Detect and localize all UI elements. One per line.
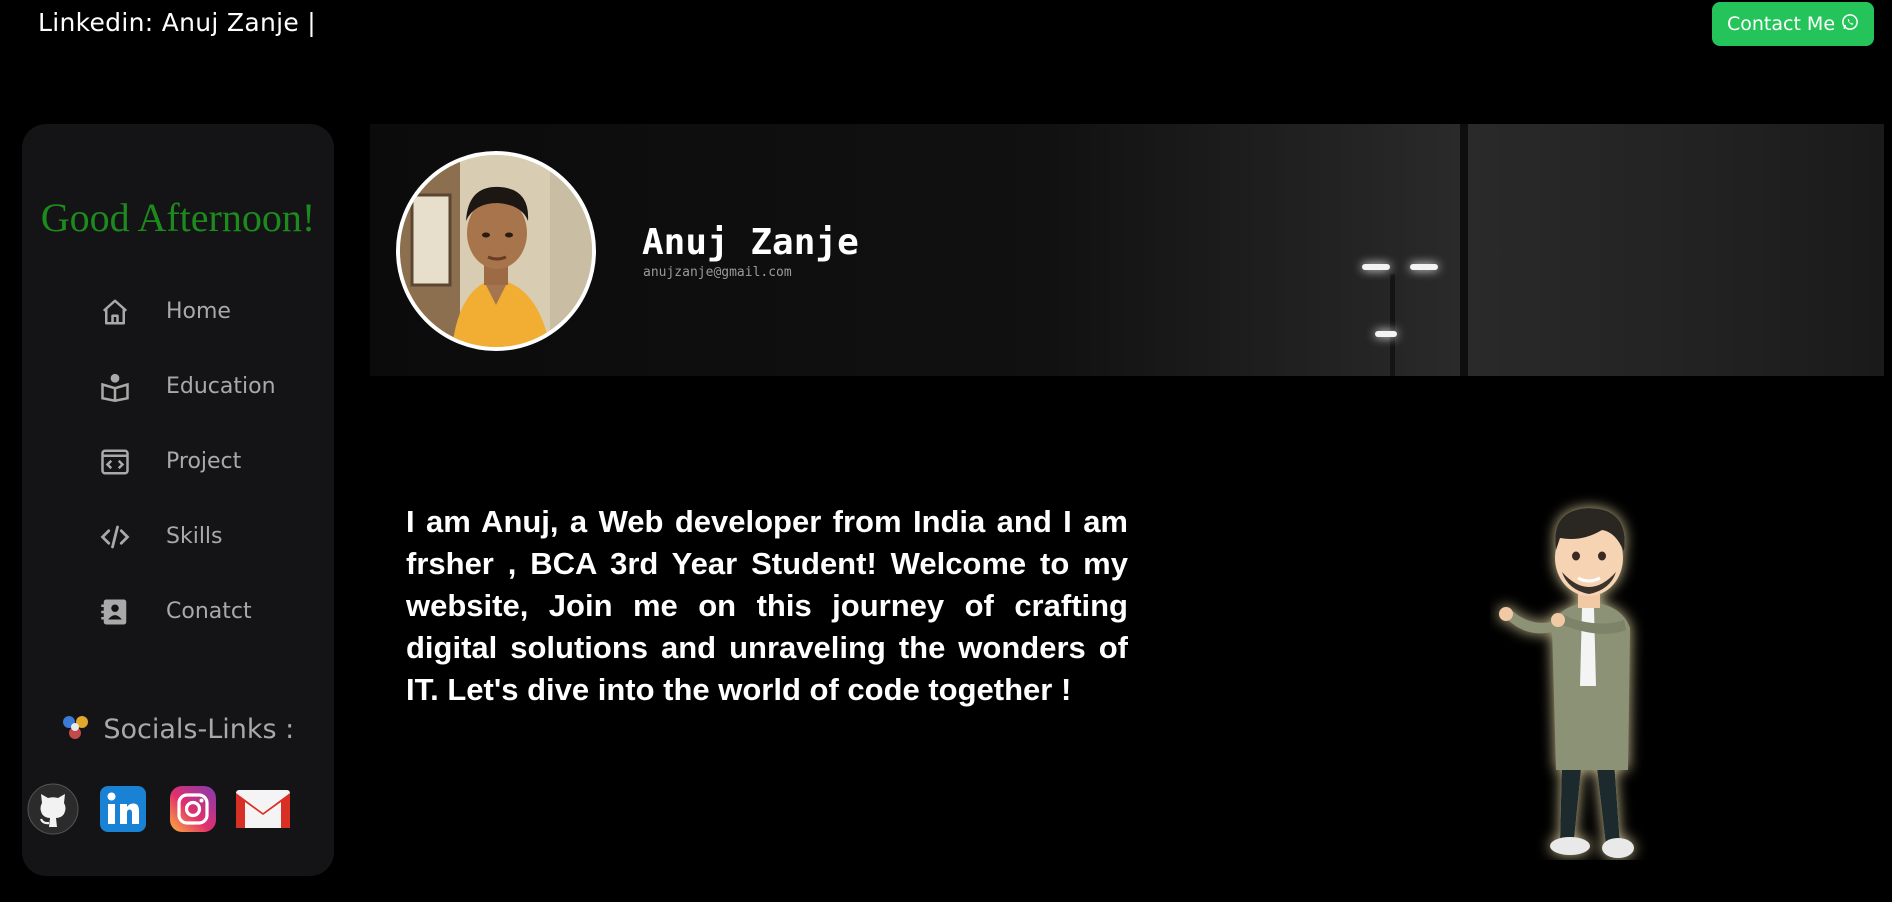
profile-avatar: [396, 151, 596, 351]
home-icon: [98, 295, 132, 329]
github-link[interactable]: [27, 783, 79, 836]
sidebar-item-label: Education: [166, 374, 276, 399]
github-icon: [27, 783, 79, 840]
book-reader-icon: [98, 370, 132, 404]
linkedin-icon: [98, 784, 148, 839]
contact-card-icon: [98, 595, 132, 629]
social-links: [27, 783, 290, 839]
street-lamp-decoration: [1375, 331, 1397, 337]
sidebar-item-home[interactable]: Home: [98, 274, 276, 349]
instagram-link[interactable]: [168, 784, 218, 839]
whatsapp-icon: [1841, 13, 1859, 36]
sidebar-item-label: Home: [166, 299, 231, 324]
gmail-link[interactable]: [236, 786, 290, 836]
gmail-icon: [234, 786, 292, 837]
instagram-icon: [168, 784, 218, 839]
code-brackets-icon: [98, 520, 132, 554]
sidebar-item-label: Project: [166, 449, 242, 474]
cartoon-avatar-illustration: [1490, 490, 1670, 860]
code-window-icon: [98, 445, 132, 479]
sidebar-item-project[interactable]: Project: [98, 424, 276, 499]
socials-heading: Socials-Links :: [22, 714, 334, 745]
greeting-text: Good Afternoon!: [40, 195, 316, 240]
socials-title: Socials-Links :: [103, 714, 295, 745]
sidebar-item-skills[interactable]: Skills: [98, 499, 276, 574]
linkedin-link[interactable]: [98, 784, 148, 839]
sidebar-item-education[interactable]: Education: [98, 349, 276, 424]
intro-paragraph: I am Anuj, a Web developer from India an…: [406, 504, 1128, 707]
sidebar: Good Afternoon! Home Education Project S…: [22, 124, 334, 876]
street-lamp-decoration: [1362, 264, 1390, 270]
street-lamp-decoration: [1410, 264, 1438, 270]
sidebar-item-label: Conatct: [166, 599, 252, 624]
network-icon: [62, 716, 98, 744]
linkedin-header-text[interactable]: Linkedin: Anuj Zanje |: [38, 8, 316, 37]
sidebar-nav: Home Education Project Skills Conatct: [98, 274, 276, 649]
contact-me-button[interactable]: Contact Me: [1712, 2, 1874, 46]
profile-name: Anuj Zanje: [642, 222, 859, 263]
sidebar-item-contact[interactable]: Conatct: [98, 574, 276, 649]
profile-email: anujzanje@gmail.com: [643, 265, 792, 280]
contact-me-label: Contact Me: [1726, 13, 1836, 35]
sidebar-item-label: Skills: [166, 524, 223, 549]
profile-banner: [370, 124, 1884, 376]
banner-pole-decoration: [1460, 124, 1468, 376]
banner-lamp-pole-decoration: [1390, 274, 1395, 376]
